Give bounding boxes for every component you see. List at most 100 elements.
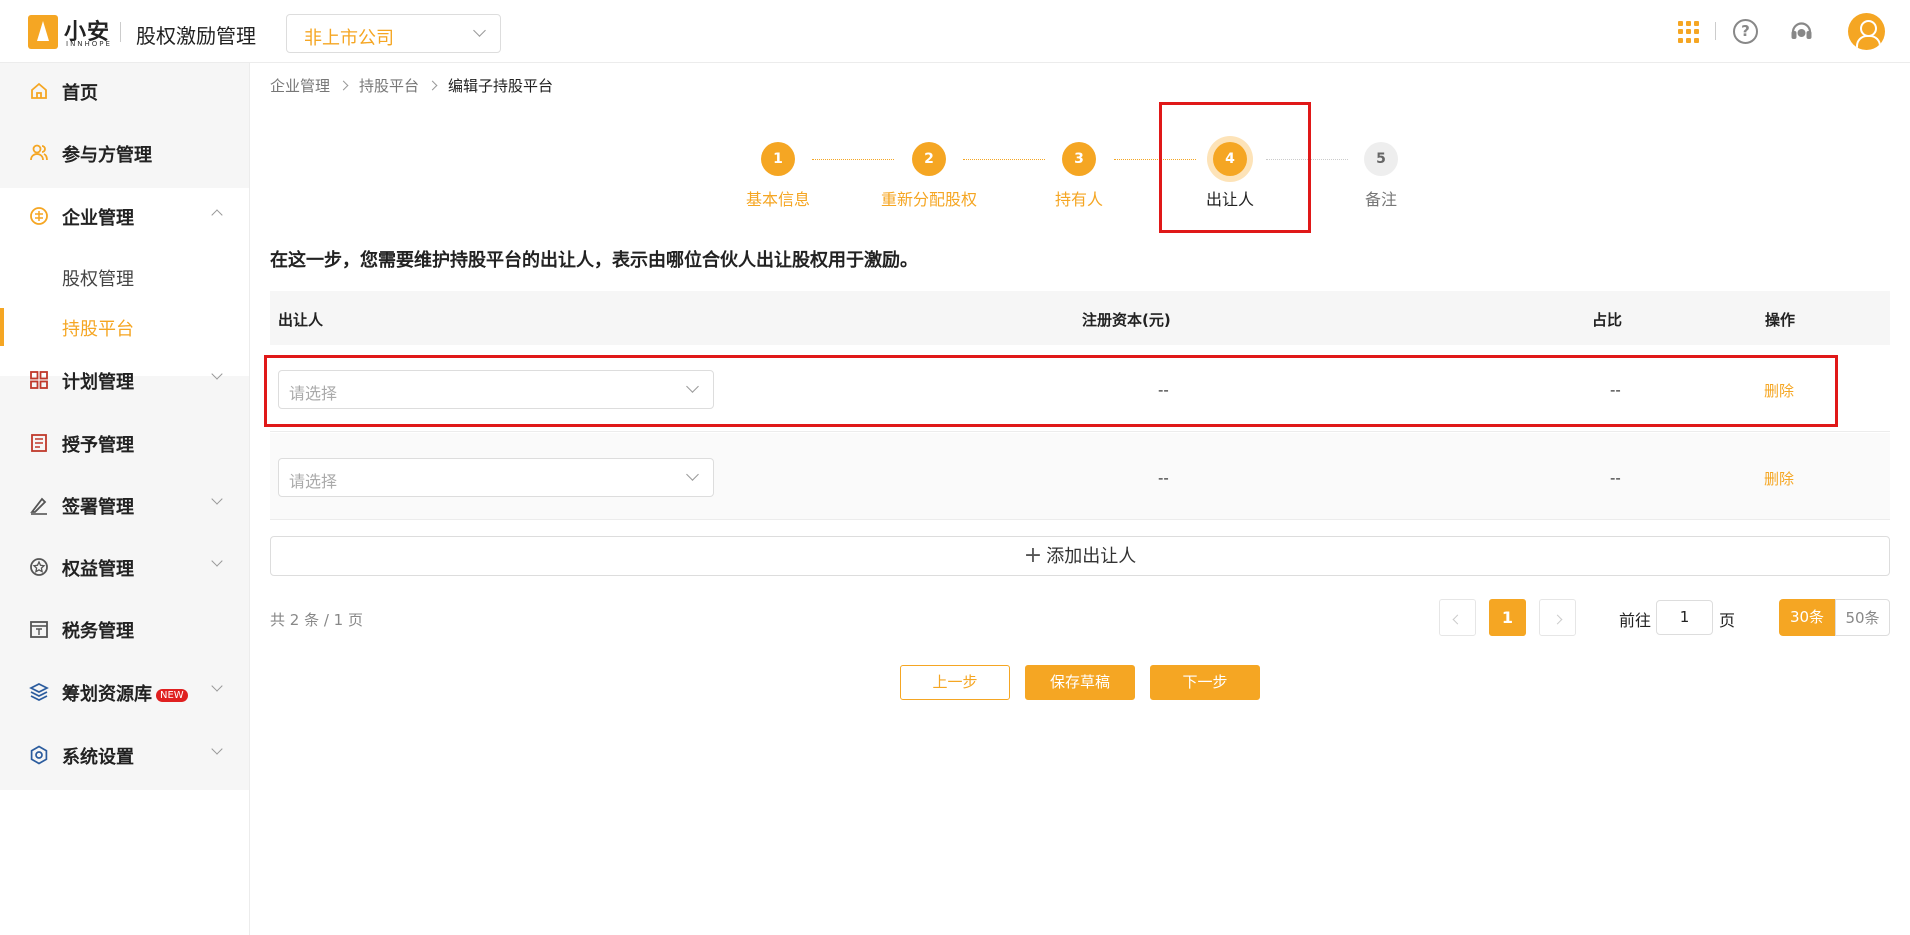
chevron-left-icon	[1452, 614, 1463, 625]
sidebar-item-label: 参与方管理	[62, 145, 152, 166]
chevron-down-icon	[211, 368, 223, 380]
chevron-down-icon	[211, 743, 223, 755]
column-header: 注册资本(元)	[1082, 311, 1171, 329]
ratio-cell: --	[1610, 469, 1621, 487]
step-description: 在这一步，您需要维护持股平台的出让人，表示由哪位合伙人出让股权用于激励。	[270, 250, 918, 271]
apps-grid-icon[interactable]	[1678, 21, 1700, 43]
chevron-right-icon	[1552, 614, 1563, 625]
prev-page-button[interactable]	[1439, 599, 1476, 636]
sidebar-item-label: 筹划资源库	[62, 684, 152, 705]
table-row: 请选择 -- -- 删除	[270, 433, 1890, 520]
step-label: 重新分配股权	[880, 190, 977, 209]
sidebar-subitem-label: 持股平台	[62, 319, 134, 340]
customer-service-icon[interactable]	[1789, 19, 1814, 44]
enterprise-icon	[30, 207, 48, 225]
grid-icon	[30, 371, 48, 389]
plus-icon: +	[1023, 543, 1043, 568]
sidebar-item-label: 税务管理	[62, 621, 134, 642]
step-notes[interactable]: 5 备注	[1321, 142, 1441, 210]
save-draft-button[interactable]: 保存草稿	[1025, 665, 1135, 700]
sidebar-item-resource-library[interactable]: 筹划资源库 NEW	[0, 664, 249, 720]
highlight-box	[1159, 102, 1311, 233]
page-size-50[interactable]: 50条	[1835, 599, 1890, 636]
step-reallocate-equity[interactable]: 2 重新分配股权	[869, 142, 989, 210]
signature-icon	[30, 497, 47, 515]
chevron-right-icon	[338, 80, 349, 91]
breadcrumb-item[interactable]: 持股平台	[359, 77, 419, 95]
chevron-down-icon	[686, 468, 699, 481]
sidebar-item-settings[interactable]: 系统设置	[0, 727, 249, 783]
header-divider	[120, 22, 121, 42]
transferor-select[interactable]: 请选择	[278, 458, 714, 497]
company-type-select[interactable]: 非上市公司	[286, 14, 501, 53]
chevron-down-icon	[211, 680, 223, 692]
breadcrumb-current: 编辑子持股平台	[448, 77, 554, 95]
table-header: 出让人 注册资本(元) 占比 操作	[270, 291, 1890, 345]
next-page-button[interactable]	[1539, 599, 1576, 636]
step-number: 1	[761, 142, 795, 176]
sidebar-item-rights[interactable]: 权益管理	[0, 539, 249, 595]
chevron-down-icon	[211, 493, 223, 505]
users-icon	[30, 144, 48, 161]
document-icon	[31, 434, 47, 452]
page-number[interactable]: 1	[1489, 599, 1526, 636]
sidebar-item-signing[interactable]: 签署管理	[0, 477, 249, 533]
step-number: 3	[1062, 142, 1096, 176]
chevron-down-icon	[211, 555, 223, 567]
goto-page-input[interactable]: 1	[1656, 600, 1713, 635]
step-number: 2	[912, 142, 946, 176]
chevron-up-icon	[211, 209, 223, 221]
sidebar-item-enterprise[interactable]: 企业管理	[0, 188, 249, 244]
sidebar-item-home[interactable]: 首页	[0, 63, 249, 119]
sidebar-item-tax[interactable]: 税务管理	[0, 601, 249, 657]
sidebar-item-label: 首页	[62, 83, 98, 104]
logo-icon	[28, 15, 58, 49]
layers-icon	[29, 683, 49, 701]
next-step-button[interactable]: 下一步	[1150, 665, 1260, 700]
sidebar-item-plans[interactable]: 计划管理	[0, 352, 249, 408]
user-avatar-icon[interactable]	[1848, 13, 1885, 50]
sidebar-item-label: 权益管理	[62, 559, 134, 580]
header-separator	[1715, 22, 1716, 40]
app-title: 股权激励管理	[136, 24, 256, 48]
highlight-box	[264, 355, 1838, 427]
step-label: 备注	[1364, 190, 1397, 209]
column-header: 操作	[1765, 311, 1796, 329]
badge-icon	[30, 558, 48, 576]
sidebar-item-label: 系统设置	[62, 747, 134, 768]
select-placeholder: 请选择	[289, 472, 338, 491]
column-header: 出让人	[278, 311, 324, 329]
sidebar-menu: 首页 参与方管理 企业管理 股权管理 持股平台 计划管理 授予管理 签署管理 权…	[0, 63, 249, 790]
new-badge: NEW	[156, 688, 188, 702]
step-number: 5	[1364, 142, 1398, 176]
step-label: 持有人	[1054, 190, 1103, 209]
previous-step-button[interactable]: 上一步	[900, 665, 1010, 700]
sidebar-item-label: 签署管理	[62, 497, 134, 518]
sidebar-item-label: 授予管理	[62, 435, 134, 456]
help-icon[interactable]: ?	[1733, 19, 1758, 44]
add-transferor-label: 添加出让人	[1046, 546, 1137, 567]
step-basic-info[interactable]: 1 基本信息	[718, 142, 838, 210]
top-header: 小安 INNHOPE 股权激励管理 非上市公司 ?	[0, 0, 1910, 63]
column-header: 占比	[1592, 311, 1623, 329]
chevron-down-icon	[473, 24, 486, 37]
step-holders[interactable]: 3 持有人	[1019, 142, 1139, 210]
page-size-30[interactable]: 30条	[1779, 599, 1835, 636]
settings-icon	[30, 745, 48, 765]
sidebar-subitem-label: 股权管理	[62, 269, 134, 290]
chevron-right-icon	[427, 80, 438, 91]
breadcrumb-item[interactable]: 企业管理	[270, 77, 330, 95]
page-unit-label: 页	[1719, 611, 1736, 630]
brand-subtitle: INNHOPE	[66, 40, 112, 48]
tax-icon	[30, 621, 48, 638]
delete-link[interactable]: 删除	[1764, 468, 1794, 489]
sidebar-subitem-equity[interactable]: 股权管理	[0, 252, 249, 302]
step-label: 基本信息	[745, 190, 810, 209]
sidebar-item-grants[interactable]: 授予管理	[0, 415, 249, 471]
sidebar-item-label: 企业管理	[62, 208, 134, 229]
sidebar-item-participants[interactable]: 参与方管理	[0, 125, 249, 181]
capital-cell: --	[1158, 469, 1169, 487]
company-type-value: 非上市公司	[304, 28, 394, 49]
add-transferor-button[interactable]: + 添加出让人	[270, 536, 1890, 576]
sidebar-subitem-holding-platform[interactable]: 持股平台	[0, 302, 249, 352]
